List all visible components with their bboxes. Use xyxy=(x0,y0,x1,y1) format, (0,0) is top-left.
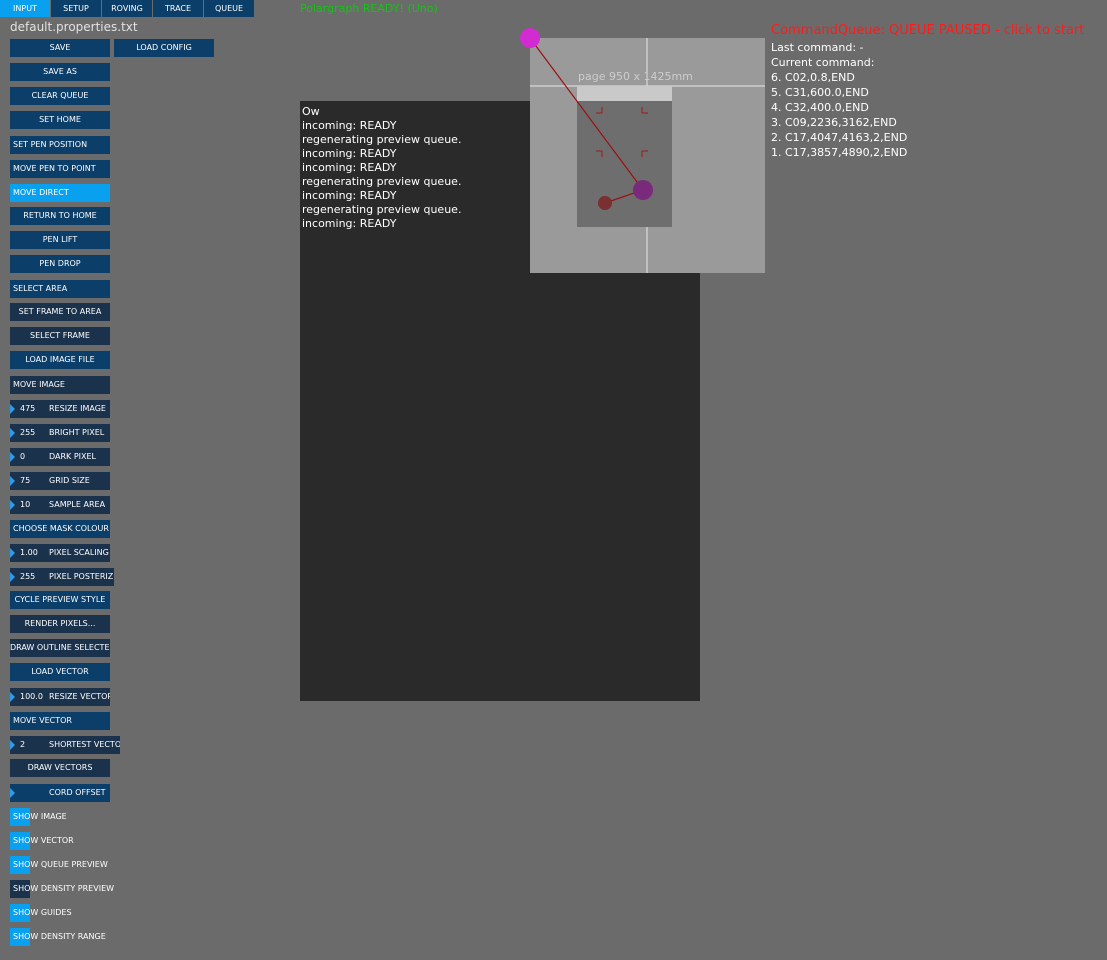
queue-paused-status[interactable]: CommandQueue: QUEUE PAUSED - click to st… xyxy=(771,23,1084,39)
queue-item: 5. C31,600.0,END xyxy=(771,86,869,99)
page-size-label: page 950 x 1425mm xyxy=(578,70,693,83)
queue-item: 6. C02,0.8,END xyxy=(771,71,855,84)
machine-preview-overlay xyxy=(520,28,765,273)
current-command: Current command: xyxy=(771,56,875,69)
queue-item: 2. C17,4047,4163,2,END xyxy=(771,131,908,144)
queue-item: 4. C32,400.0,END xyxy=(771,101,869,114)
queue-info: Last command: - Current command: 6. C02,… xyxy=(771,40,907,160)
page-top-strip xyxy=(577,86,672,101)
queue-item: 3. C09,2236,3162,END xyxy=(771,116,897,129)
target-point-icon[interactable] xyxy=(598,196,612,210)
pen-position-icon[interactable] xyxy=(633,180,653,200)
motor-anchor-icon[interactable] xyxy=(520,28,540,48)
last-command: Last command: - xyxy=(771,41,864,54)
queue-item: 1. C17,3857,4890,2,END xyxy=(771,146,908,159)
page-outline xyxy=(577,86,672,227)
